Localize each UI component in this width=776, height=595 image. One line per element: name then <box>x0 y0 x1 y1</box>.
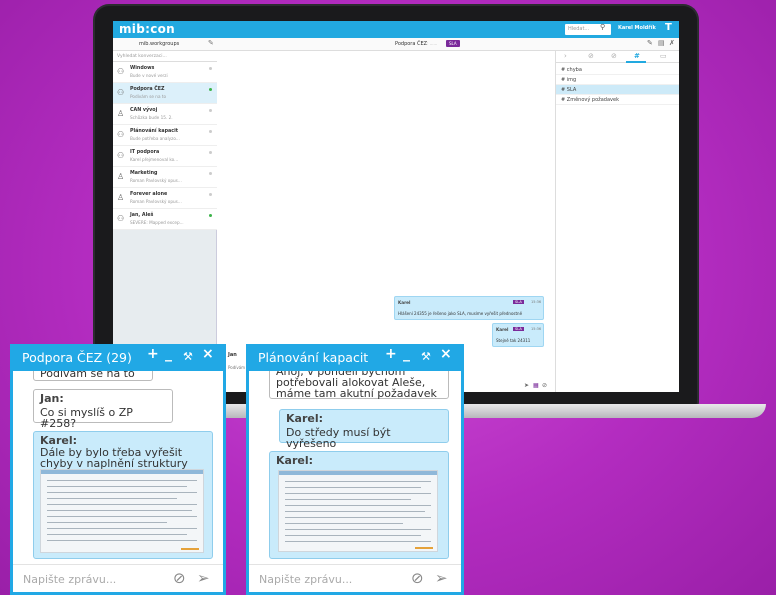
group-icon: ⚇ <box>117 67 125 76</box>
panel-tabs: › ⊘ ⊘ # ▭ <box>556 51 679 63</box>
app-logo[interactable]: mib:con <box>119 22 175 36</box>
attach-icon[interactable]: ⊘ <box>542 382 547 389</box>
attach-icon[interactable]: ⊘ <box>173 569 186 587</box>
settings-icon[interactable]: ⚒ <box>183 350 193 363</box>
settings-icon[interactable]: ▤ <box>658 39 665 47</box>
user-icon: ♙ <box>117 109 125 118</box>
status-dot <box>209 193 212 196</box>
status-dot <box>209 151 212 154</box>
status-dot <box>209 214 212 217</box>
workspace-name[interactable]: mib.workgroups <box>139 41 179 47</box>
chat-window-messages: Ahoj, v pondělí bychom potřebovali aloko… <box>249 371 461 566</box>
message-bubble[interactable]: Karel: Do středy musí být vyřešeno <box>279 409 449 449</box>
close-icon[interactable]: × <box>440 346 452 362</box>
user-icon: ♙ <box>117 172 125 181</box>
hashtag-tab-icon[interactable]: # <box>634 52 640 60</box>
chat-window-input[interactable]: Napište zprávu... ⊘ ➢ <box>13 564 223 592</box>
message-bubble[interactable]: Ahoj, v pondělí bychom potřebovali aloko… <box>269 371 449 399</box>
user-menu-icon[interactable]: T <box>665 22 672 33</box>
expand-icon[interactable]: › <box>564 52 567 60</box>
conversation-item[interactable]: ⚇ Podpora ČEZ Podívám se na to <box>113 83 217 104</box>
edit-icon[interactable]: ✎ <box>647 39 653 47</box>
status-dot <box>209 67 212 70</box>
tag-item[interactable]: # chyba <box>556 65 679 75</box>
app-screen: mib:con Hledat... ⚲ Karel Moldřík T mib.… <box>113 21 679 392</box>
conversation-item[interactable]: ⚇ Plánování kapacit Bude potřeba analyzo..… <box>113 125 217 146</box>
message-bubble[interactable]: Jan: Co si myslíš o ZP #258? <box>33 389 173 429</box>
pin-icon[interactable]: ✗ <box>669 39 675 47</box>
status-dot <box>209 172 212 175</box>
code-tab-icon[interactable]: ▭ <box>660 52 667 60</box>
message-bubble[interactable]: Karel SLA 15:36 Stejně tak 24311 <box>492 323 544 347</box>
sla-badge[interactable]: SLA <box>513 300 524 304</box>
chat-window-input[interactable]: Napište zprávu... ⊘ ➢ <box>249 564 461 592</box>
minimize-icon[interactable]: _ <box>165 346 172 362</box>
status-dot <box>209 109 212 112</box>
chat-window-title[interactable]: Podpora ČEZ (29) <box>22 350 132 365</box>
sub-bar: mib.workgroups ✎ Podpora ČEZ: ...... SLA… <box>113 38 679 51</box>
tag-item[interactable]: # Změnový požadavek <box>556 95 679 105</box>
conversation-item[interactable]: ♙ Marketing Roman Pavlovský opus... <box>113 167 217 188</box>
user-name[interactable]: Karel Moldřík <box>618 25 656 31</box>
tag-item[interactable]: # SLA <box>556 85 679 95</box>
chat-title: Podpora ČEZ: ...... <box>395 41 438 47</box>
chat-window-header: Plánování kapacit + _ ⚒ × <box>249 344 461 371</box>
conversation-item[interactable]: ⚇ Windows Bude v nové verzi <box>113 62 217 83</box>
attachment-tab-icon[interactable]: ⊘ <box>588 52 594 60</box>
minimize-icon[interactable]: _ <box>403 346 410 362</box>
message-bubble[interactable]: Karel SLA 15:36 Hlášení 24355 je řešeno … <box>394 296 544 320</box>
conversation-item[interactable]: ♙ CAN vývoj Schůzka bude 15. 2. <box>113 104 217 125</box>
send-icon[interactable]: ➢ <box>197 569 210 587</box>
message-bubble[interactable]: Podívám se na to <box>33 371 153 381</box>
tag-item[interactable]: # img <box>556 75 679 85</box>
conversation-search-input[interactable]: Vyhledat konverzaci... <box>113 51 217 62</box>
message-bubble[interactable]: Karel: <box>269 451 449 559</box>
send-icon[interactable]: ➤ <box>524 382 529 389</box>
hidden-sidebar-fragment: Jan Podívám <box>226 348 246 386</box>
status-dot <box>209 88 212 91</box>
message-input[interactable]: Napište zprávu... <box>259 573 352 586</box>
group-icon: ⚇ <box>117 130 125 139</box>
conversation-item[interactable]: ⚇ IT podpora Karel přejmenoval ko... <box>113 146 217 167</box>
link-tab-icon[interactable]: ⊘ <box>611 52 617 60</box>
chat-window-podpora: Podpora ČEZ (29) + _ ⚒ × Podívám se na t… <box>10 344 226 595</box>
search-icon[interactable]: ⚲ <box>600 23 605 31</box>
tags-panel: › ⊘ ⊘ # ▭ # chyba # img # SLA # Změnový … <box>555 51 679 392</box>
chat-area: Karel SLA 15:36 Hlášení 24355 je řešeno … <box>217 51 555 392</box>
edit-icon[interactable]: ✎ <box>208 39 214 47</box>
sla-badge[interactable]: SLA <box>446 40 460 47</box>
add-icon[interactable]: + <box>147 346 159 362</box>
attach-icon[interactable]: ⊘ <box>411 569 424 587</box>
group-icon: ⚇ <box>117 214 125 223</box>
screenshot-attachment[interactable] <box>40 469 204 553</box>
message-bubble[interactable]: Karel: Dále by bylo třeba vyřešit chyby … <box>33 431 213 559</box>
group-icon: ⚇ <box>117 151 125 160</box>
add-icon[interactable]: + <box>385 346 397 362</box>
user-icon: ♙ <box>117 193 125 202</box>
conversation-sidebar: Vyhledat konverzaci... ⚇ Windows Bude v no… <box>113 51 217 392</box>
top-bar: mib:con Hledat... ⚲ Karel Moldřík T <box>113 21 679 38</box>
message-input[interactable]: Napište zprávu... <box>23 573 116 586</box>
send-icon[interactable]: ➢ <box>435 569 448 587</box>
active-tab-indicator <box>626 61 646 63</box>
close-icon[interactable]: × <box>202 346 214 362</box>
status-dot <box>209 130 212 133</box>
sla-badge[interactable]: SLA <box>513 327 524 331</box>
tag-icon[interactable]: ▦ <box>533 382 539 389</box>
settings-icon[interactable]: ⚒ <box>421 350 431 363</box>
chat-window-messages: Podívám se na to Jan: Co si myslíš o ZP #… <box>13 371 223 566</box>
chat-window-title[interactable]: Plánování kapacit <box>258 350 368 365</box>
screenshot-attachment[interactable] <box>278 470 438 552</box>
chat-window-header: Podpora ČEZ (29) + _ ⚒ × <box>13 344 223 371</box>
conversation-item[interactable]: ⚇ Jan, Aleš SEVERE: Mapped excep... <box>113 209 217 230</box>
group-icon: ⚇ <box>117 88 125 97</box>
conversation-item[interactable]: ♙ Forever alone Roman Pavlovský opus... <box>113 188 217 209</box>
chat-window-planovani: Plánování kapacit + _ ⚒ × Ahoj, v ponděl… <box>246 344 464 595</box>
